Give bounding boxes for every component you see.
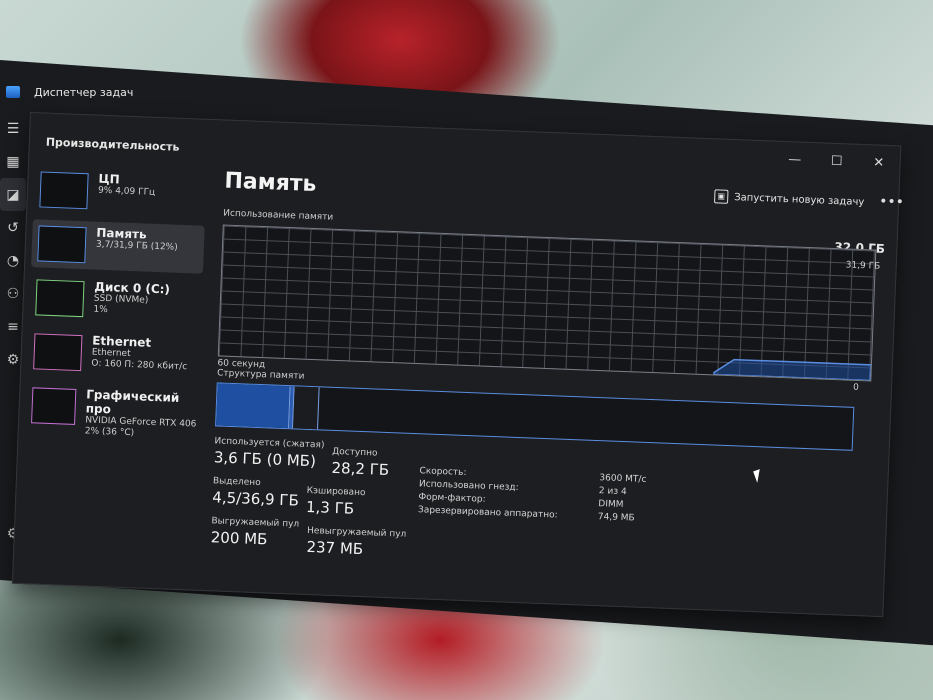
- structure-segment-in-use: [216, 383, 291, 429]
- stat-label: Выгружаемый пул: [211, 516, 300, 530]
- stat-in-use: Используется (сжатая) 3,6 ГБ (0 МБ): [214, 436, 325, 470]
- stat-value: 3,6 ГБ (0 МБ): [213, 448, 317, 471]
- stat-value: 4,5/36,9 ГБ: [211, 488, 300, 510]
- detail-key: Использовано гнезд:: [418, 479, 519, 494]
- stat-paged-pool: Выгружаемый пул 200 МБ: [210, 516, 299, 549]
- stat-value: 28,2 ГБ: [331, 458, 390, 480]
- detail-key: Зарезервировано аппаратно:: [417, 505, 558, 521]
- run-task-icon: ▣: [713, 189, 729, 204]
- graph-min-label: 0: [852, 382, 859, 394]
- sidebar-item-disk[interactable]: Диск 0 (C:) SSD (NVMe) 1%: [29, 273, 203, 328]
- sidebar-item-ethernet[interactable]: Ethernet Ethernet О: 160 П: 280 кбит/с: [27, 327, 201, 382]
- memory-structure-label: Структура памяти: [216, 368, 305, 382]
- stat-nonpaged-pool: Невыгружаемый пул 237 МБ: [306, 526, 406, 560]
- sidebar-item-gpu[interactable]: Графический про NVIDIA GeForce RTX 406 2…: [25, 381, 199, 438]
- sidebar-item-label: Графический про: [85, 387, 180, 417]
- sidebar-item-memory[interactable]: Память 3,7/31,9 ГБ (12%): [31, 219, 205, 274]
- detail-value: 3600 МТ/с: [599, 473, 647, 485]
- more-options-icon[interactable]: •••: [879, 194, 904, 211]
- memory-details: Скорость: 3600 МТ/с Использовано гнезд: …: [418, 466, 650, 527]
- memory-thumbnail-graph: [37, 225, 87, 264]
- sidebar-item-detail: 9% 4,09 ГГц: [97, 185, 156, 198]
- maximize-button[interactable]: ☐: [815, 153, 858, 170]
- detail-value: 74,9 МБ: [597, 512, 635, 524]
- memory-usage-graph: [217, 224, 877, 382]
- app-history-icon[interactable]: ↺: [0, 211, 26, 244]
- window-title: Производительность: [45, 135, 180, 154]
- sidebar-item-detail: 1%: [93, 304, 108, 316]
- app-title: Диспетчер задач: [34, 85, 134, 99]
- memory-usage-label: Использование памяти: [223, 208, 334, 223]
- taskmanager-app-icon: [6, 86, 20, 98]
- memory-stats: Используется (сжатая) 3,6 ГБ (0 МБ) Дост…: [210, 436, 875, 591]
- sidebar-item-cpu[interactable]: ЦП 9% 4,09 ГГц: [33, 165, 207, 220]
- window-controls: — ☐ ✕: [773, 152, 899, 172]
- memory-panel: Память ▣ Запустить новую задачу ••• Испо…: [210, 169, 904, 559]
- graph-max-label: 31,9 ГБ: [845, 260, 881, 272]
- detail-value: DIMM: [598, 499, 624, 511]
- ethernet-thumbnail-graph: [33, 333, 83, 372]
- stat-committed: Выделено 4,5/36,9 ГБ: [212, 476, 300, 509]
- processes-icon[interactable]: ▦: [0, 145, 26, 178]
- stat-value: 237 МБ: [306, 537, 364, 559]
- detail-key: Форм-фактор:: [418, 492, 486, 505]
- stat-label: Доступно: [331, 446, 378, 459]
- performance-sidebar: ЦП 9% 4,09 ГГц Память 3,7/31,9 ГБ (12%) …: [25, 165, 207, 441]
- performance-icon[interactable]: ◪: [0, 178, 26, 211]
- app-titlebar: Диспетчер задач: [0, 78, 480, 106]
- startup-apps-icon[interactable]: ◔: [0, 244, 26, 277]
- stat-value: 200 МБ: [210, 528, 268, 549]
- stat-cached: Кэшировано 1,3 ГБ: [306, 486, 366, 518]
- gpu-thumbnail-graph: [31, 387, 77, 425]
- detail-key: Скорость:: [419, 466, 467, 479]
- memory-usage-area: [713, 358, 872, 381]
- close-button[interactable]: ✕: [857, 155, 900, 172]
- stat-label: Выделено: [212, 476, 261, 489]
- cpu-thumbnail-graph: [39, 171, 89, 210]
- performance-window: Производительность — ☐ ✕ ЦП 9% 4,09 ГГц …: [11, 112, 904, 618]
- hamburger-menu-icon[interactable]: ☰: [0, 112, 26, 145]
- structure-segment-standby: [293, 386, 320, 430]
- sidebar-item-detail: 3,7/31,9 ГБ (12%): [95, 239, 178, 253]
- stat-label: Кэшировано: [306, 485, 366, 499]
- minimize-button[interactable]: —: [773, 152, 816, 169]
- stat-available: Доступно 28,2 ГБ: [331, 447, 390, 479]
- stat-value: 1,3 ГБ: [305, 497, 355, 518]
- sidebar-item-detail: О: 160 П: 280 кбит/с: [91, 358, 188, 373]
- disk-thumbnail-graph: [35, 279, 85, 318]
- detail-value: 2 из 4: [598, 486, 627, 498]
